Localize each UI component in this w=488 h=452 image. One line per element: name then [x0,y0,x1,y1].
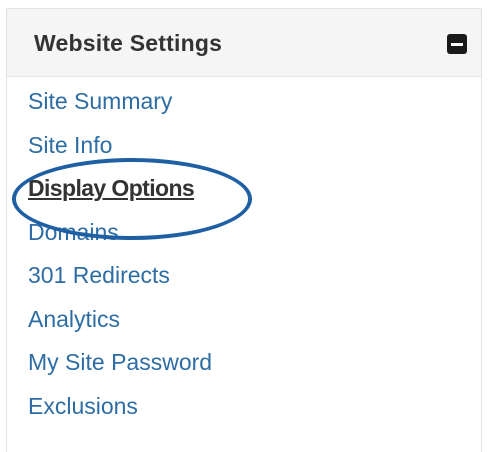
exclusions-link[interactable]: Exclusions [28,393,138,419]
nav-item-display-options: Display Options [28,173,212,217]
nav-item-301-redirects: 301 Redirects [28,260,212,304]
settings-nav: Site Summary Site Info Display Options D… [28,86,212,434]
collapse-icon[interactable] [447,34,467,54]
nav-item-site-summary: Site Summary [28,86,212,130]
display-options-link[interactable]: Display Options [28,175,195,201]
panel-header: Website Settings [7,9,481,77]
nav-item-my-site-password: My Site Password [28,347,212,391]
analytics-link[interactable]: Analytics [28,306,120,332]
nav-item-exclusions: Exclusions [28,391,212,435]
panel-title: Website Settings [34,30,223,56]
nav-item-domains: Domains [28,217,212,261]
my-site-password-link[interactable]: My Site Password [28,349,212,375]
site-info-link[interactable]: Site Info [28,132,112,158]
301-redirects-link[interactable]: 301 Redirects [28,262,170,288]
site-summary-link[interactable]: Site Summary [28,88,172,114]
nav-item-site-info: Site Info [28,130,212,174]
nav-item-analytics: Analytics [28,304,212,348]
domains-link[interactable]: Domains [28,219,119,245]
